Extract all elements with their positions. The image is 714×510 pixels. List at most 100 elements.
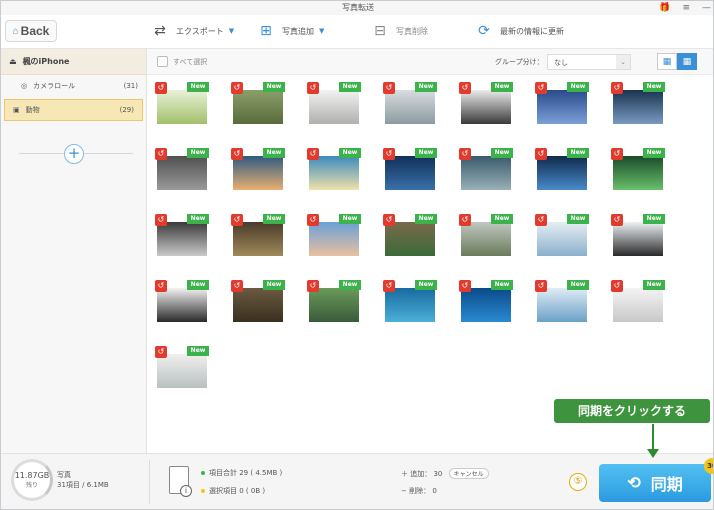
sidebar-item-animals[interactable]: ▣ 動物 (29) (4, 99, 143, 121)
undo-icon[interactable]: ↺ (155, 346, 167, 358)
photo-image (157, 288, 207, 322)
photo-thumbnail[interactable]: ↺ New (231, 148, 285, 192)
undo-icon[interactable]: ↺ (155, 148, 167, 160)
undo-icon[interactable]: ↺ (611, 82, 623, 94)
sync-button[interactable]: ⟲ 同期 (599, 464, 711, 502)
undo-icon[interactable]: ↺ (383, 214, 395, 226)
photo-thumbnail[interactable]: ↺ New (155, 214, 209, 258)
minimize-icon[interactable]: — (702, 2, 711, 15)
back-button[interactable]: ⌂ Back (5, 20, 57, 42)
add-album-button[interactable]: + (64, 144, 84, 164)
undo-icon[interactable]: ↺ (459, 214, 471, 226)
photo-thumbnail[interactable]: ↺ New (459, 280, 513, 324)
add-photo-icon: ⊞ (260, 23, 272, 39)
list-view-button[interactable]: ▦ (657, 53, 677, 70)
undo-icon[interactable]: ↺ (535, 82, 547, 94)
photo-thumbnail[interactable]: ↺ New (459, 82, 513, 126)
photo-thumbnail[interactable]: ↺ New (535, 148, 589, 192)
undo-icon[interactable]: ↺ (307, 148, 319, 160)
group-label: グループ分け： (495, 58, 544, 66)
photo-thumbnail[interactable]: ↺ New (535, 214, 589, 258)
photo-thumbnail[interactable]: ↺ New (383, 82, 437, 126)
new-badge: New (187, 82, 209, 92)
add-summary: ＋ 追加： 30 キャンセル (401, 468, 489, 479)
group-select[interactable]: なし ⌄ (547, 54, 631, 70)
gift-icon[interactable]: 🎁 (659, 2, 670, 15)
undo-icon[interactable]: ↺ (611, 280, 623, 292)
undo-icon[interactable]: ↺ (535, 280, 547, 292)
photo-thumbnail[interactable]: ↺ New (155, 346, 209, 390)
sidebar-item-count: (29) (119, 106, 134, 114)
cancel-button[interactable]: キャンセル (448, 468, 489, 479)
photo-thumbnail[interactable]: ↺ New (307, 148, 361, 192)
undo-icon[interactable]: ↺ (307, 214, 319, 226)
photo-thumbnail[interactable]: ↺ New (307, 214, 361, 258)
undo-icon[interactable]: ↺ (459, 82, 471, 94)
photo-image (233, 288, 283, 322)
undo-icon[interactable]: ↺ (383, 82, 395, 94)
back-label: Back (20, 24, 50, 38)
undo-icon[interactable]: ↺ (535, 214, 547, 226)
export-label: エクスポート (176, 26, 224, 36)
undo-icon[interactable]: ↺ (155, 280, 167, 292)
undo-icon[interactable]: ↺ (535, 148, 547, 160)
sync-label: 同期 (650, 477, 683, 494)
undo-icon[interactable]: ↺ (307, 82, 319, 94)
photo-thumbnail[interactable]: ↺ New (307, 82, 361, 126)
undo-icon[interactable]: ↺ (383, 280, 395, 292)
photo-thumbnail[interactable]: ↺ New (611, 148, 665, 192)
photo-thumbnail[interactable]: ↺ New (231, 214, 285, 258)
grid-view-button[interactable]: ▦ (677, 53, 697, 70)
delete-photo-button[interactable]: ⊟ 写真削除 (369, 21, 428, 41)
add-photo-button[interactable]: ⊞ 写真追加 ▼ (255, 21, 324, 41)
undo-icon[interactable]: ↺ (231, 214, 243, 226)
undo-icon[interactable]: ↺ (611, 148, 623, 160)
photo-thumbnail[interactable]: ↺ New (155, 280, 209, 324)
photo-thumbnail[interactable]: ↺ New (611, 214, 665, 258)
camera-icon: ◎ (21, 82, 28, 90)
photo-thumbnail[interactable]: ↺ New (535, 82, 589, 126)
undo-icon[interactable]: ↺ (231, 82, 243, 94)
undo-icon[interactable]: ↺ (231, 280, 243, 292)
undo-icon[interactable]: ↺ (155, 82, 167, 94)
app-window: 写真転送 🎁 ≡ — ⌂ Back ⇄ エクスポート ▼ ⊞ 写真追加 ▼ ⊟ … (0, 0, 714, 510)
photo-thumbnail[interactable]: ↺ New (459, 214, 513, 258)
device-header[interactable]: ⏏ 楓のiPhone (1, 49, 146, 75)
photo-image (613, 90, 663, 124)
new-badge: New (339, 214, 361, 224)
photo-thumbnail[interactable]: ↺ New (383, 280, 437, 324)
photo-panel: すべて選択 グループ分け： なし ⌄ ▦ ▦ ↺ New ↺ New ↺ New ↺ New ↺… (147, 49, 713, 453)
yellow-dot-icon (201, 489, 205, 493)
select-all-checkbox[interactable] (157, 56, 168, 67)
select-all-label: すべて選択 (173, 58, 208, 66)
delete-count: − 削除： 0 (401, 487, 437, 495)
photo-thumbnail[interactable]: ↺ New (459, 148, 513, 192)
undo-icon[interactable]: ↺ (231, 148, 243, 160)
undo-icon[interactable]: ↺ (307, 280, 319, 292)
photo-image (385, 222, 435, 256)
photo-thumbnail[interactable]: ↺ New (155, 82, 209, 126)
photo-thumbnail[interactable]: ↺ New (155, 148, 209, 192)
photo-thumbnail[interactable]: ↺ New (611, 82, 665, 126)
photo-thumbnail[interactable]: ↺ New (383, 148, 437, 192)
refresh-button[interactable]: ⟳ 最新の情報に更新 (473, 21, 564, 41)
undo-icon[interactable]: ↺ (459, 280, 471, 292)
sidebar-item-camera-roll[interactable]: ◎ カメラロール (31) (1, 75, 146, 97)
undo-icon[interactable]: ↺ (611, 214, 623, 226)
sidebar: ⏏ 楓のiPhone ◎ カメラロール (31) ▣ 動物 (29) + (1, 49, 147, 453)
menu-icon[interactable]: ≡ (682, 2, 690, 15)
undo-icon[interactable]: ↺ (155, 214, 167, 226)
photo-image (309, 90, 359, 124)
photo-thumbnail[interactable]: ↺ New (611, 280, 665, 324)
photo-thumbnail[interactable]: ↺ New (535, 280, 589, 324)
undo-icon[interactable]: ↺ (459, 148, 471, 160)
photo-image (537, 156, 587, 190)
photo-thumbnail[interactable]: ↺ New (231, 280, 285, 324)
export-button[interactable]: ⇄ エクスポート ▼ (149, 21, 234, 41)
photo-thumbnail[interactable]: ↺ New (231, 82, 285, 126)
photo-thumbnail[interactable]: ↺ New (383, 214, 437, 258)
photo-thumbnail[interactable]: ↺ New (307, 280, 361, 324)
undo-icon[interactable]: ↺ (383, 148, 395, 160)
total-items: 項目合計 29 ( 4.5MB ) (201, 468, 282, 478)
sidebar-item-label: カメラロール (33, 82, 76, 90)
